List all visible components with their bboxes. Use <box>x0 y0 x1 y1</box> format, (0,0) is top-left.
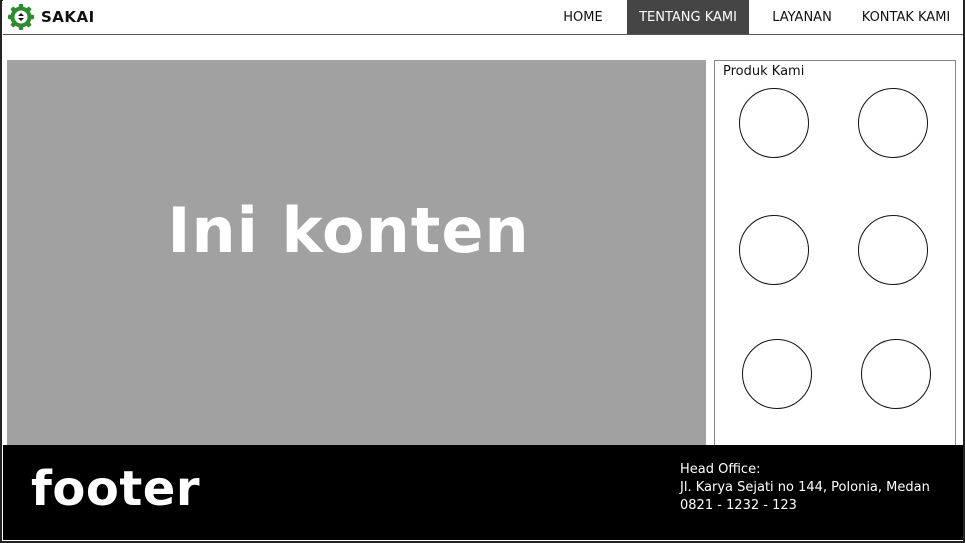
product-item[interactable] <box>739 88 809 158</box>
nav-item-kontak-kami[interactable]: KONTAK KAMI <box>849 0 963 34</box>
site-footer: footer Head Office: Jl. Karya Sejati no … <box>3 445 963 540</box>
brand-name: SAKAI <box>41 8 95 26</box>
footer-office-label: Head Office: <box>680 462 761 477</box>
products-panel: Produk Kami <box>714 60 956 446</box>
footer-address: Jl. Karya Sejati no 144, Polonia, Medan <box>680 480 930 495</box>
nav-item-layanan[interactable]: LAYANAN <box>755 0 849 34</box>
products-title: Produk Kami <box>723 64 805 79</box>
product-item[interactable] <box>742 339 812 409</box>
nav-item-home[interactable]: HOME <box>547 0 619 34</box>
site-logo[interactable]: SAKAI <box>7 2 95 32</box>
content-heading: Ini konten <box>167 193 530 267</box>
product-item[interactable] <box>858 88 928 158</box>
main-nav: HOME TENTANG KAMI LAYANAN KONTAK KAMI <box>547 0 963 34</box>
product-item[interactable] <box>861 339 931 409</box>
product-item[interactable] <box>739 215 809 285</box>
product-item[interactable] <box>858 215 928 285</box>
footer-contact-info: Head Office: Jl. Karya Sejati no 144, Po… <box>680 461 930 515</box>
footer-phone: 0821 - 1232 - 123 <box>680 498 797 513</box>
nav-item-tentang-kami[interactable]: TENTANG KAMI <box>627 0 749 34</box>
gear-arrows-icon <box>7 3 35 31</box>
main-content: Ini konten <box>7 60 706 446</box>
footer-title: footer <box>31 461 201 517</box>
site-header: SAKAI HOME TENTANG KAMI LAYANAN KONTAK K… <box>3 0 963 35</box>
